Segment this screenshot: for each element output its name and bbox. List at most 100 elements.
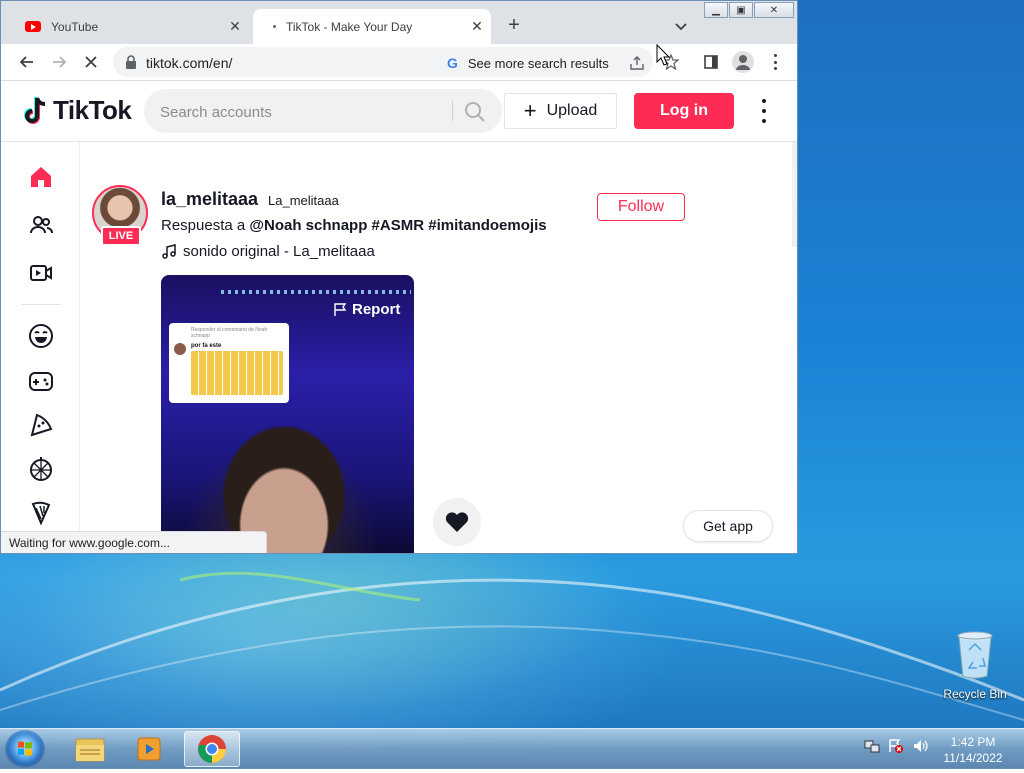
share-icon[interactable]	[629, 55, 645, 71]
address-bar[interactable]: tiktok.com/en/ G See more search results	[113, 47, 653, 77]
folder-icon	[75, 738, 105, 762]
tab-title: TikTok - Make Your Day	[286, 19, 413, 34]
side-panel-icon[interactable]	[703, 54, 719, 70]
taskbar-media-player[interactable]	[122, 731, 178, 767]
volume-icon[interactable]	[912, 738, 928, 754]
close-icon[interactable]: ✕	[227, 18, 243, 35]
tiktok-logo[interactable]: TikTok	[23, 95, 132, 126]
youtube-icon	[25, 21, 41, 32]
gaming-icon[interactable]	[25, 365, 57, 397]
live-badge: LIVE	[101, 226, 141, 246]
close-icon[interactable]: ✕	[469, 18, 485, 35]
heart-icon	[445, 512, 469, 532]
tab-tiktok[interactable]: TikTok - Make Your Day ✕	[253, 9, 491, 44]
browser-menu-button[interactable]	[771, 54, 779, 70]
reply-text: por fa este	[191, 343, 222, 349]
recycle-bin[interactable]: Recycle Bin	[938, 630, 1012, 701]
search-icon[interactable]	[464, 101, 486, 123]
tiktok-header: TikTok + Upload Log in	[1, 81, 797, 142]
maximize-button[interactable]: ▣	[729, 2, 753, 18]
scrollbar-thumb[interactable]	[792, 142, 797, 247]
chevron-down-icon[interactable]	[672, 17, 690, 35]
live-icon[interactable]	[25, 257, 57, 289]
mouse-cursor-icon	[656, 44, 671, 66]
loading-icon	[273, 25, 276, 28]
start-button[interactable]	[5, 730, 45, 768]
beauty-icon[interactable]	[25, 497, 57, 529]
report-button[interactable]: Report	[333, 301, 400, 318]
music-title: sonido original - La_melitaaa	[183, 243, 375, 260]
report-label: Report	[352, 301, 401, 318]
forward-arrow-icon	[53, 56, 67, 68]
system-tray	[864, 738, 928, 754]
tiktok-note-icon	[24, 96, 46, 124]
comedy-icon[interactable]	[25, 320, 57, 352]
chrome-icon	[198, 735, 226, 763]
get-app-button[interactable]: Get app	[683, 510, 773, 542]
back-button[interactable]	[17, 52, 37, 72]
google-icon: G	[447, 55, 458, 71]
status-bar: Waiting for www.google.com...	[1, 531, 267, 553]
scrollbar[interactable]	[791, 142, 797, 553]
video-feed: LIVE la_melitaaa La_melitaaa Respuesta a…	[79, 142, 791, 553]
taskbar-explorer[interactable]	[62, 731, 118, 767]
new-tab-button[interactable]: +	[504, 15, 524, 35]
minimize-button[interactable]: ▁	[704, 2, 728, 18]
system-clock[interactable]: 1:42 PM 11/14/2022	[930, 734, 1016, 766]
search-divider	[452, 101, 453, 121]
upload-button[interactable]: + Upload	[504, 93, 617, 129]
google-search-chip[interactable]: G See more search results	[447, 55, 609, 71]
nav-divider	[21, 304, 61, 305]
caption-prefix: Respuesta a	[161, 217, 250, 234]
stop-button[interactable]	[81, 52, 101, 72]
search-box	[144, 89, 502, 133]
search-chip-label: See more search results	[467, 55, 609, 71]
taskbar-chrome[interactable]	[184, 731, 240, 767]
reply-header: Responder al comentario de Noah schnapp	[191, 327, 268, 339]
video-caption: Respuesta a @Noah schnapp #ASMR #imitand…	[161, 217, 547, 234]
plus-icon: +	[523, 98, 537, 123]
close-window-button[interactable]: ✕	[754, 2, 794, 18]
caption-mention[interactable]: @Noah schnapp	[249, 217, 367, 234]
like-button[interactable]	[433, 498, 481, 546]
tab-youtube[interactable]: YouTube ✕	[13, 9, 249, 44]
network-icon[interactable]	[864, 738, 880, 754]
windows-logo-icon	[18, 741, 32, 756]
stop-icon	[85, 56, 97, 68]
recycle-bin-label: Recycle Bin	[943, 687, 1007, 701]
string-lights	[221, 290, 411, 294]
browser-window: YouTube ✕ TikTok - Make Your Day ✕ + ▁ ▣…	[0, 0, 798, 554]
home-icon[interactable]	[25, 161, 57, 193]
search-input[interactable]	[158, 101, 442, 123]
upload-label: Upload	[546, 102, 598, 119]
back-arrow-icon	[19, 56, 33, 68]
follow-button[interactable]: Follow	[597, 193, 685, 221]
emoji-grid	[191, 351, 283, 395]
forward-button[interactable]	[49, 52, 69, 72]
video-player[interactable]: Report Responder al comentario de Noah s…	[161, 275, 414, 553]
taskbar: 1:42 PM 11/14/2022	[0, 728, 1024, 769]
author-nickname[interactable]: La_melitaaa	[268, 193, 339, 208]
url-text: tiktok.com/en/	[146, 55, 233, 71]
profile-icon	[736, 55, 750, 70]
caption-hashtags[interactable]: #ASMR #imitandoemojis	[372, 217, 547, 234]
action-center-icon[interactable]	[888, 738, 904, 754]
more-menu-button[interactable]	[754, 99, 774, 123]
tiktok-wordmark: TikTok	[53, 95, 132, 125]
clock-date: 11/14/2022	[943, 751, 1003, 765]
login-button[interactable]: Log in	[634, 93, 734, 129]
lock-icon	[126, 55, 136, 69]
music-link[interactable]: sonido original - La_melitaaa	[161, 243, 375, 260]
browser-toolbar: tiktok.com/en/ G See more search results	[1, 44, 797, 81]
dance-icon[interactable]	[25, 453, 57, 485]
clock-time: 1:42 PM	[950, 735, 996, 749]
food-icon[interactable]	[25, 409, 57, 441]
following-icon[interactable]	[25, 209, 57, 241]
reply-comment-bubble: Responder al comentario de Noah schnapp …	[169, 323, 289, 403]
author-username[interactable]: la_melitaaa	[161, 189, 258, 210]
side-navigation	[1, 142, 80, 553]
commenter-avatar	[174, 343, 186, 355]
tab-strip: YouTube ✕ TikTok - Make Your Day ✕ + ▁ ▣…	[1, 1, 797, 44]
profile-button[interactable]	[732, 51, 754, 73]
media-player-icon	[137, 737, 161, 761]
